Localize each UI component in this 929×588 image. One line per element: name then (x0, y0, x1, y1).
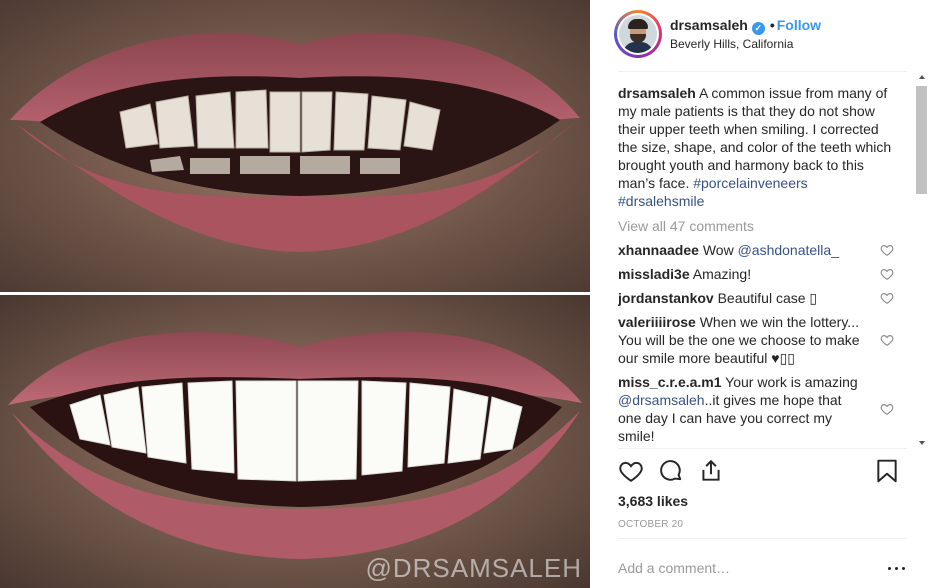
bookmark-icon[interactable] (874, 458, 902, 486)
post-photo[interactable]: @DRSAMSALEH (0, 0, 590, 588)
comment-like-heart-icon[interactable] (880, 267, 894, 281)
comment-username[interactable]: valeriiiirose (618, 314, 696, 330)
comment-item: xhannaadee Wow @ashdonatella_ (618, 241, 894, 259)
comment-item: jordanstankov Beautiful case ▯ (618, 289, 894, 307)
avatar[interactable] (614, 10, 662, 58)
hashtag-link[interactable]: #porcelainveneers (693, 175, 807, 191)
hashtag-link[interactable]: #drsalehsmile (618, 193, 704, 209)
comment-username[interactable]: missladi3e (618, 266, 690, 282)
comment-icon[interactable] (658, 458, 686, 486)
comment-like-heart-icon[interactable] (880, 291, 894, 305)
heart-icon[interactable] (618, 458, 646, 486)
comment-mention[interactable]: @ashdonatella_ (738, 242, 839, 258)
comment-text: Beautiful case ▯ (717, 290, 818, 306)
photo-watermark: @DRSAMSALEH (365, 553, 582, 583)
caption: drsamsaleh A common issue from many of m… (618, 84, 894, 210)
header-username[interactable]: drsamsaleh (670, 17, 748, 33)
comment-username[interactable]: jordanstankov (618, 290, 714, 306)
before-photo (0, 0, 590, 292)
comment-mention[interactable]: @drsamsaleh (618, 392, 705, 408)
add-comment-input[interactable] (618, 558, 868, 578)
post-location[interactable]: Beverly Hills, California (670, 37, 793, 51)
comment-like-heart-icon[interactable] (880, 243, 894, 257)
comment-text: Your work is amazing (725, 374, 858, 390)
avatar-frame (617, 13, 659, 55)
more-options-icon[interactable] (885, 558, 909, 578)
comment-item: valeriiiirose When we win the lottery...… (618, 313, 894, 367)
post-date: OCTOBER 20 (618, 519, 684, 530)
comment-username[interactable]: miss_c.r.e.a.m1 (618, 374, 722, 390)
after-photo (0, 295, 590, 588)
avatar-image (619, 15, 657, 53)
share-icon[interactable] (698, 458, 726, 486)
post-header: drsamsaleh ✓ • Follow Beverly Hills, Califo… (614, 10, 904, 58)
comment-username[interactable]: xhannaadee (618, 242, 699, 258)
view-all-comments-link[interactable]: View all 47 comments (618, 217, 910, 235)
actions-divider (618, 448, 907, 449)
comment-text: Amazing! (692, 266, 752, 282)
verified-badge-icon: ✓ (751, 22, 765, 35)
comments-list[interactable]: drsamsaleh A common issue from many of m… (618, 84, 910, 448)
comment-like-heart-icon[interactable] (880, 333, 894, 347)
scroll-down-arrow-icon[interactable] (919, 441, 925, 445)
header-user-line: drsamsaleh ✓ • Follow (670, 17, 821, 35)
caption-username[interactable]: drsamsaleh (618, 85, 696, 101)
scroll-up-arrow-icon[interactable] (919, 75, 925, 79)
post-actions (618, 458, 910, 486)
follow-button[interactable]: Follow (777, 17, 821, 33)
header-divider (618, 71, 907, 72)
post-sidebar: drsamsaleh ✓ • Follow Beverly Hills, Califo… (590, 0, 929, 588)
comment-item: miss_c.r.e.a.m1 Your work is amazing @dr… (618, 373, 894, 445)
likes-count[interactable]: 3,683 likes (618, 493, 688, 509)
comment-box-divider (618, 538, 907, 539)
comment-item: missladi3e Amazing! (618, 265, 894, 283)
comments-scrollbar[interactable] (915, 72, 929, 448)
header-separator: • (769, 17, 775, 33)
comment-text: Wow (702, 242, 738, 258)
comment-like-heart-icon[interactable] (880, 402, 894, 416)
scrollbar-thumb[interactable] (916, 86, 927, 194)
